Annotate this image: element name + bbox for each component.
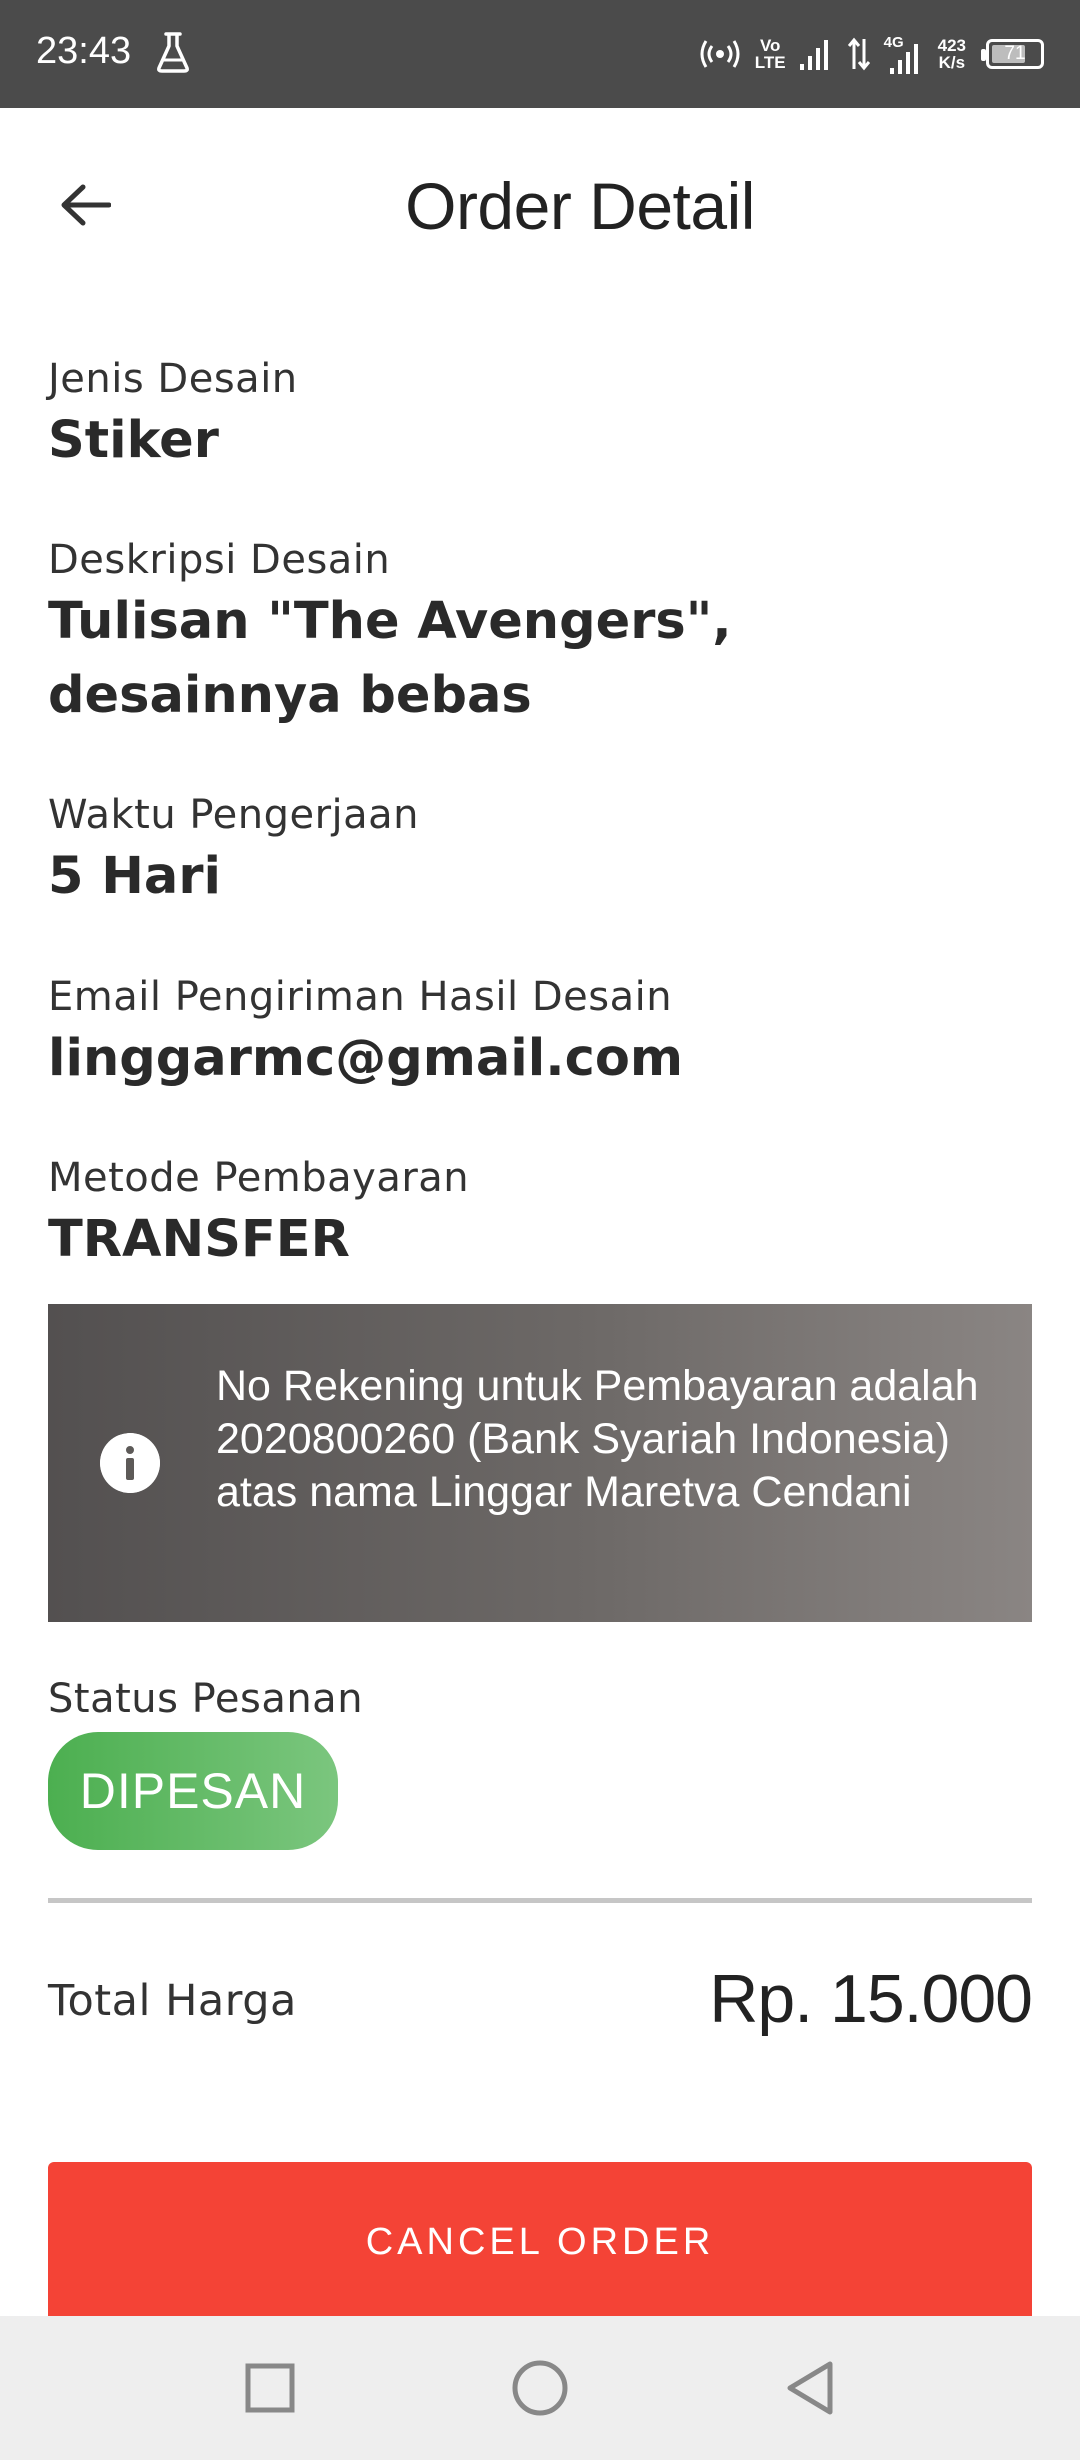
field-value: TRANSFER <box>48 1210 350 1269</box>
status-indicators: Vo LTE 4G 423 K/s 71 <box>699 26 1044 82</box>
network-speed: 423 K/s <box>938 37 966 71</box>
field-jenis-desain: Jenis Desain Stiker <box>48 354 1038 478</box>
payment-info-box: No Rekening untuk Pembayaran adalah 2020… <box>48 1304 1032 1622</box>
divider <box>48 1898 1032 1903</box>
speed-unit: K/s <box>938 53 966 72</box>
status-label: Status Pesanan <box>48 1676 364 1722</box>
field-email-pengiriman: Email Pengiriman Hasil Desain linggarmc@… <box>48 972 1038 1096</box>
system-back-button[interactable] <box>778 2356 842 2420</box>
data-transfer-icon <box>847 37 870 71</box>
status-bar: 23:43 Vo LTE 4G 423 K/s 71 <box>0 0 1080 108</box>
square-icon <box>245 2363 295 2413</box>
recents-button[interactable] <box>238 2356 302 2420</box>
field-value: 5 Hari <box>48 847 221 906</box>
cancel-order-button[interactable]: CANCEL ORDER <box>48 2162 1032 2322</box>
volte-bottom-text: LTE <box>754 53 786 72</box>
signal-4g-icon <box>889 44 918 74</box>
field-value: linggarmc@gmail.com <box>48 1029 684 1088</box>
field-label: Metode Pembayaran <box>48 1155 470 1201</box>
battery-icon: 71 <box>981 39 1044 69</box>
total-value: Rp. 15.000 <box>709 1961 1033 2037</box>
circle-icon <box>512 2360 568 2416</box>
field-value: Tulisan "The Avengers", desainnya bebas <box>48 592 732 725</box>
field-label: Deskripsi Desain <box>48 537 391 583</box>
triangle-back-icon <box>787 2361 833 2415</box>
signal-icon <box>799 40 828 70</box>
field-label: Email Pengiriman Hasil Desain <box>48 974 673 1020</box>
hotspot-icon <box>700 40 740 68</box>
field-deskripsi-desain: Deskripsi Desain Tulisan "The Avengers",… <box>48 535 1038 733</box>
volte-indicator: Vo LTE <box>755 37 786 71</box>
field-label: Waktu Pengerjaan <box>48 792 420 838</box>
field-waktu-pengerjaan: Waktu Pengerjaan 5 Hari <box>48 790 1038 914</box>
home-button[interactable] <box>508 2356 572 2420</box>
field-value: Stiker <box>48 411 219 470</box>
payment-info-text: No Rekening untuk Pembayaran adalah 2020… <box>216 1362 979 1516</box>
total-label: Total Harga <box>48 1976 297 2026</box>
flask-icon <box>157 32 189 73</box>
battery-level: 71 <box>1004 43 1026 64</box>
navigation-bar <box>0 2316 1080 2460</box>
status-badge: DIPESAN <box>48 1732 338 1850</box>
status-time: 23:43 <box>36 30 132 72</box>
field-label: Jenis Desain <box>48 356 298 402</box>
page-title: Order Detail <box>405 169 755 243</box>
info-icon <box>100 1433 160 1493</box>
signal-4g-indicator: 4G <box>884 34 924 74</box>
field-metode-pembayaran: Metode Pembayaran TRANSFER <box>48 1153 1038 1277</box>
